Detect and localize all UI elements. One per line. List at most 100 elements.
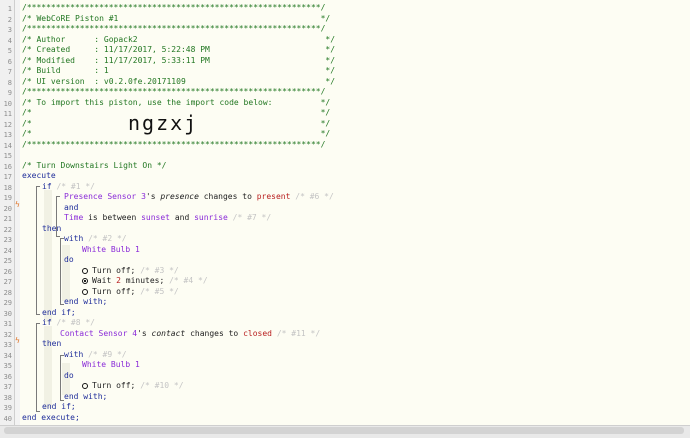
line-number: 8	[7, 78, 12, 87]
line-number: 11	[3, 110, 12, 118]
with-block-bracket	[60, 238, 61, 304]
power-icon	[82, 267, 88, 274]
if-statement[interactable]: if /* #8 */	[42, 318, 95, 329]
scrollbar-thumb[interactable]	[4, 427, 684, 434]
statement-id: /* #11 */	[276, 328, 321, 338]
line-number: 31	[3, 320, 12, 328]
line-number: 4	[7, 36, 12, 45]
do-keyword[interactable]: do	[64, 371, 74, 382]
comparison: is between	[88, 213, 137, 222]
line-number: 22	[3, 225, 12, 234]
trigger-lightning-icon: ϟ	[15, 336, 20, 345]
with-block-bracket	[60, 355, 61, 400]
condition-time[interactable]: Time is between sunset and sunrise /* #7…	[64, 213, 271, 224]
task-wait[interactable]: Wait 2 minutes; /* #4 */	[82, 276, 208, 287]
line-number: 33	[3, 341, 12, 349]
end-execute-keyword[interactable]: end execute;	[22, 413, 80, 424]
line-number: 13	[3, 131, 12, 139]
end-with-keyword[interactable]: end with;	[64, 392, 107, 403]
if-block-bracket	[36, 323, 37, 411]
bracket-top	[36, 323, 40, 324]
header-title: /* WebCoRE Piston #1 */	[22, 13, 331, 23]
bracket-top	[36, 186, 40, 187]
indent-guide	[44, 190, 52, 322]
header-ui-version: /* UI version : v0.2.0fe.20171109 */	[22, 76, 336, 86]
condition-contact[interactable]: Contact Sensor 4's contact changes to cl…	[60, 329, 320, 340]
condition-presence[interactable]: Presence Sensor 3's presence changes to …	[64, 192, 334, 203]
with-statement[interactable]: with /* #2 */	[64, 234, 127, 245]
line-number: 24	[3, 246, 12, 255]
device-name: Time	[64, 213, 84, 222]
line-number: 12	[3, 120, 12, 129]
line-number: 9	[7, 89, 12, 97]
line-number: 20	[3, 204, 12, 213]
line-number: 23	[3, 236, 12, 244]
power-icon	[82, 383, 88, 389]
line-number: 28	[3, 288, 12, 297]
statement-id: /* #5 */	[140, 286, 179, 296]
line-number: 29	[3, 299, 12, 307]
device-name: Contact Sensor 4	[60, 328, 138, 338]
then-keyword[interactable]: then	[42, 339, 61, 350]
line-number: 38	[3, 393, 12, 402]
line-number: 16	[3, 162, 12, 171]
header-modified: /* Modified : 11/17/2017, 5:33:11 PM */	[22, 55, 336, 65]
execute-keyword[interactable]: execute	[22, 171, 56, 182]
end-if-keyword[interactable]: end if;	[42, 402, 76, 413]
power-icon	[82, 288, 88, 295]
with-statement[interactable]: with /* #9 */	[64, 350, 127, 361]
header-border: /***************************************…	[22, 139, 326, 149]
statement-id: /* #3 */	[140, 265, 179, 275]
statement-id: /* #4 */	[169, 276, 208, 285]
end-if-keyword[interactable]: end if;	[42, 308, 76, 319]
line-number: 26	[3, 267, 12, 276]
task-text: Turn off;	[92, 286, 136, 296]
line-number: 10	[3, 99, 12, 108]
trigger-mark-column	[15, 0, 20, 437]
task-turn-off[interactable]: Turn off; /* #5 */	[82, 287, 179, 298]
trigger-lightning-icon: ϟ	[15, 199, 20, 209]
possessive: 's	[145, 192, 156, 201]
line-number: 36	[3, 372, 12, 381]
line-number: 18	[3, 183, 12, 192]
statement-id: /* #7 */	[232, 213, 272, 222]
with-keyword: with	[64, 349, 84, 359]
wait-amount: 2	[116, 276, 121, 285]
line-number: 2	[7, 15, 12, 24]
if-keyword: if	[42, 181, 52, 191]
and-operator[interactable]: and	[64, 203, 78, 214]
header-border: /***************************************…	[22, 3, 326, 12]
line-number: 25	[3, 257, 12, 265]
header-build: /* Build : 1 */	[22, 66, 336, 75]
if-keyword: if	[42, 318, 52, 327]
line-number: 17	[3, 173, 12, 181]
do-keyword[interactable]: do	[64, 255, 74, 266]
bracket-bottom	[36, 314, 40, 315]
if-statement[interactable]: if /* #1 */	[42, 182, 95, 193]
task-turn-off[interactable]: Turn off; /* #10 */	[82, 381, 184, 392]
bracket-top	[56, 196, 60, 197]
end-with-keyword[interactable]: end with;	[64, 297, 107, 308]
value: sunrise	[194, 213, 228, 222]
device-white-bulb[interactable]: White Bulb 1	[82, 245, 140, 256]
code-editor[interactable]: 1 2 3 4 5 6 7 8 9 10 11 12 13 14 15 16 17 18 19 20 21 22 23 24 2…	[0, 0, 690, 438]
header-border: /***************************************…	[22, 87, 326, 96]
possessive: 's	[137, 328, 147, 338]
comparison: changes to	[190, 328, 239, 338]
task-turn-off[interactable]: Turn off; /* #3 */	[82, 266, 179, 277]
then-keyword[interactable]: then	[42, 224, 61, 235]
line-number: 27	[3, 278, 12, 286]
device-white-bulb[interactable]: White Bulb 1	[82, 360, 140, 371]
line-number: 15	[3, 152, 12, 160]
line-number: 1	[7, 5, 12, 13]
header-author: /* Author : Gopack2 */	[22, 34, 336, 44]
header-border: /***************************************…	[22, 24, 326, 33]
statement-id: /* #6 */	[295, 192, 334, 201]
import-code[interactable]: ngzxj	[128, 113, 198, 133]
statement-id: /* #10 */	[140, 381, 184, 390]
with-keyword: with	[64, 234, 84, 243]
task-text: Turn off;	[92, 381, 136, 390]
value: closed	[243, 328, 272, 338]
line-number: 6	[7, 57, 12, 66]
statement-id: /* #8 */	[56, 318, 95, 327]
